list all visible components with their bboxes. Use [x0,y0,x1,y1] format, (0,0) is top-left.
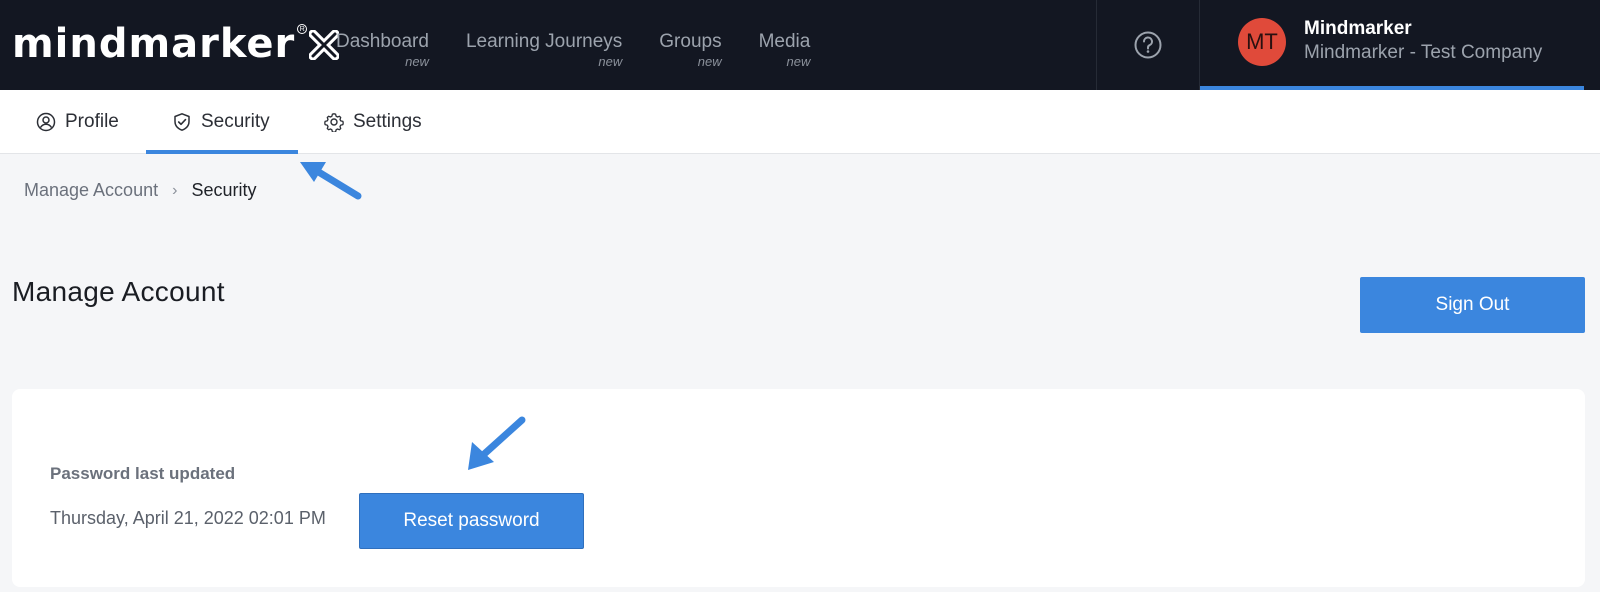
tab-profile[interactable]: Profile [36,90,127,154]
tab-settings-label: Settings [353,111,422,132]
help-icon [1134,31,1162,59]
logo-wordmark: mindmarker [12,21,296,67]
user-menu[interactable]: MT Mindmarker Mindmarker - Test Company [1200,0,1584,90]
tab-profile-label: Profile [65,111,119,132]
nav-dashboard-new-badge: new [405,54,429,69]
tab-settings[interactable]: Settings [324,90,422,154]
nav-media-new-badge: new [786,54,811,69]
help-button[interactable] [1096,0,1200,90]
breadcrumb-current: Security [191,180,257,200]
logo-x-icon [309,30,340,60]
registered-mark-icon: R [297,24,308,34]
tab-security[interactable]: Security [146,90,298,154]
main-nav: Dashboard new Learning Journeys new Grou… [336,30,810,70]
avatar-initials: MT [1246,29,1278,54]
nav-groups-new-badge: new [697,54,722,69]
reset-password-button[interactable]: Reset password [359,493,584,549]
breadcrumb: Manage Account › Security [24,180,256,201]
nav-groups[interactable]: Groups new [659,30,721,70]
chevron-right-icon: › [172,181,178,199]
page-title: Manage Account [12,276,225,307]
account-tabs: Profile Security Settings [0,90,1600,154]
avatar: MT [1238,18,1286,66]
user-circle-icon [36,112,56,132]
user-name: Mindmarker [1304,18,1412,39]
shield-check-icon [174,113,190,131]
nav-dashboard[interactable]: Dashboard new [336,30,429,70]
nav-dashboard-label: Dashboard [336,31,429,52]
breadcrumb-manage-account[interactable]: Manage Account [24,180,158,201]
annotation-arrow-icon [468,416,526,470]
sign-out-button[interactable]: Sign Out [1360,277,1585,333]
annotation-arrow-icon [300,162,362,200]
password-last-updated-date: Thursday, April 21, 2022 02:01 PM [50,508,326,528]
top-navigation-bar: mindmarker R Dashboard new Learning Jour… [0,0,1600,90]
nav-groups-label: Groups [659,31,722,52]
nav-learning-journeys[interactable]: Learning Journeys new [466,30,622,70]
nav-media-label: Media [758,31,811,52]
user-company: Mindmarker - Test Company [1304,42,1543,63]
password-last-updated-label: Password last updated [50,464,236,483]
gear-icon [324,113,344,132]
password-card: Password last updated Thursday, April 21… [12,389,1585,587]
nav-learning-journeys-label: Learning Journeys [465,31,623,52]
mindmarker-logo[interactable]: mindmarker R [12,21,340,67]
nav-media[interactable]: Media new [759,30,811,70]
nav-learning-journeys-new-badge: new [598,54,623,69]
tab-security-label: Security [201,111,270,132]
